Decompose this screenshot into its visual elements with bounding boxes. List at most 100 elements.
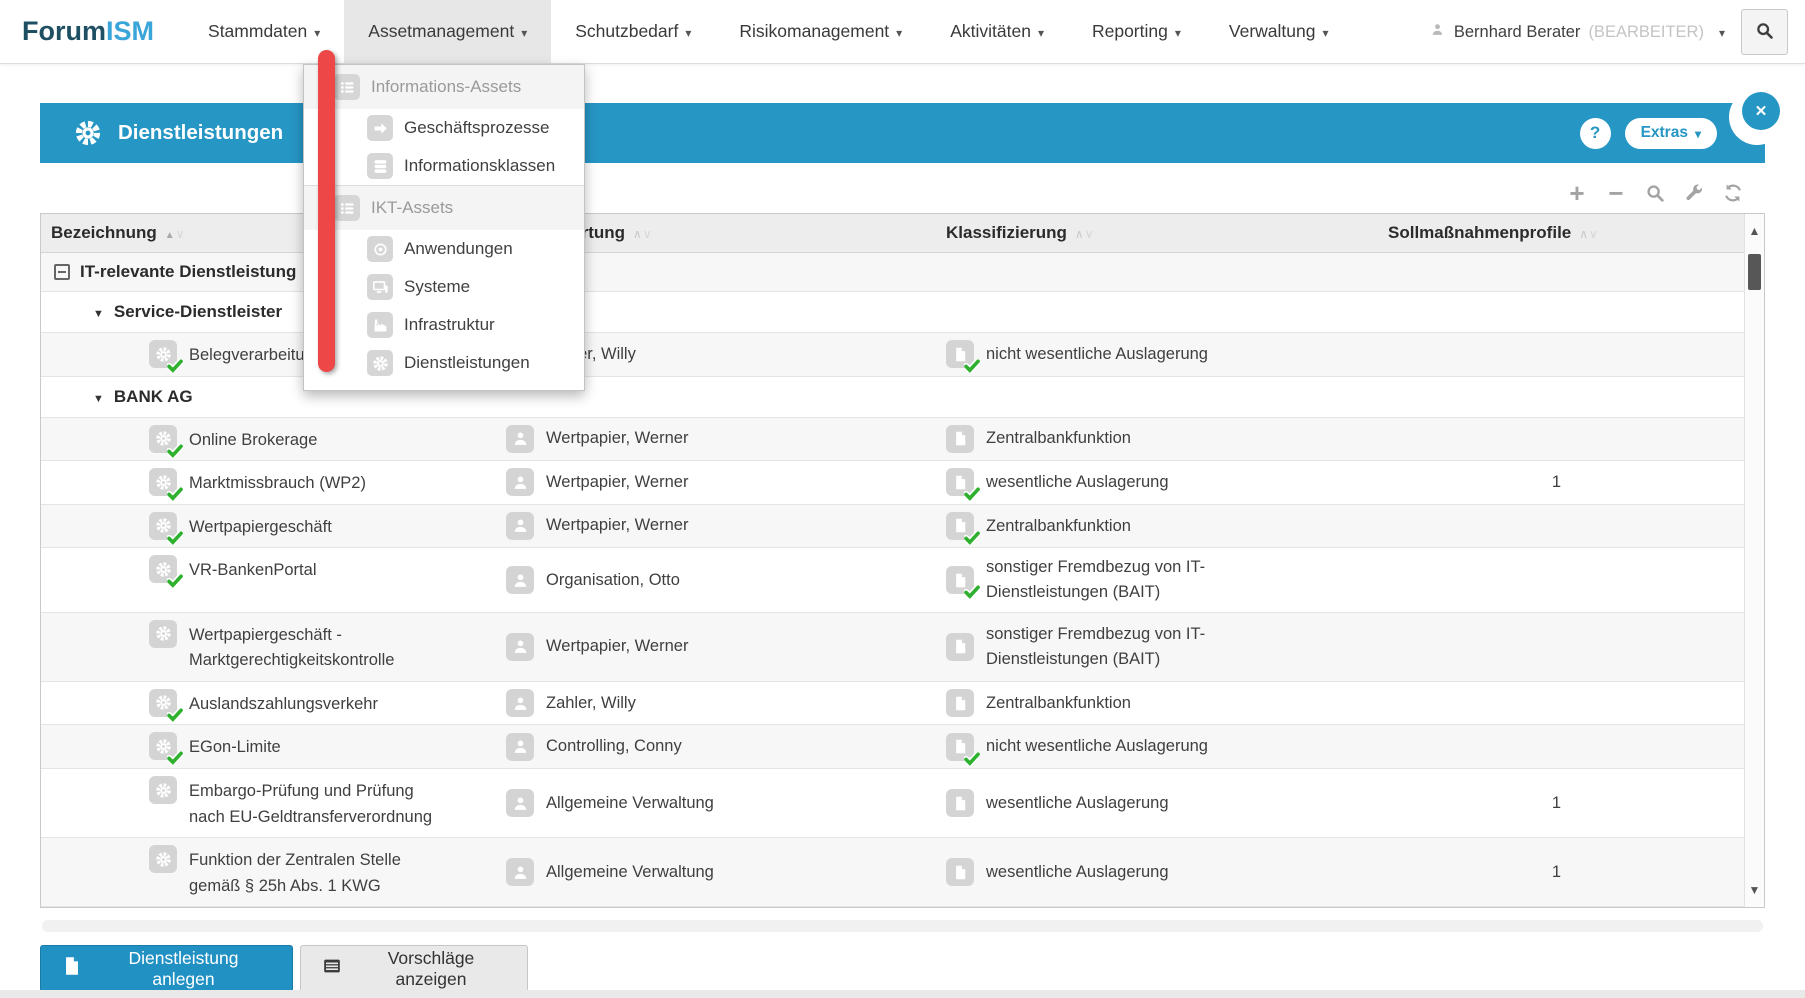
service-profile-cell xyxy=(1373,725,1746,768)
table-row-service[interactable]: Wertpapiergeschäft - Marktgerechtigkeits… xyxy=(41,613,1746,682)
service-name-cell[interactable]: VR-BankenPortal xyxy=(41,548,491,612)
nav-item-verwaltung[interactable]: Verwaltung xyxy=(1205,0,1353,63)
table-row-service[interactable]: EGon-LimiteControlling, Connynicht wesen… xyxy=(41,725,1746,769)
show-suggestions-button[interactable]: Vorschläge anzeigen xyxy=(300,945,528,992)
dropdown-item-infrastruktur[interactable]: Infrastruktur xyxy=(304,306,584,344)
service-classification-cell: sonstiger Fremdbezug von IT-Dienstleistu… xyxy=(931,613,1373,681)
service-name: EGon-Limite xyxy=(189,732,281,761)
table-row-service[interactable]: Embargo-Prüfung und Prüfung nach EU-Geld… xyxy=(41,769,1746,838)
horizontal-scroll-track[interactable] xyxy=(42,920,1763,932)
dropdown-item-label: Infrastruktur xyxy=(404,315,495,335)
table-row-service[interactable]: BelegverarbeitungZahler, Willynicht wese… xyxy=(41,333,1746,377)
table-row-service[interactable]: WertpapiergeschäftWertpapier, WernerZent… xyxy=(41,505,1746,549)
user-menu[interactable]: Bernhard Berater (BEARBEITER) xyxy=(1429,0,1725,64)
table-icon xyxy=(321,955,343,982)
create-service-label: Dienstleistung anlegen xyxy=(95,948,272,990)
dropdown-item-informationsklassen[interactable]: Informationsklassen xyxy=(304,147,584,185)
table-row-service[interactable]: VR-BankenPortalOrganisation, Ottosonstig… xyxy=(41,548,1746,613)
person-icon xyxy=(506,512,534,540)
service-name-cell[interactable]: Online Brokerage xyxy=(41,418,491,461)
sort-icons[interactable] xyxy=(1075,227,1095,241)
service-owner-cell: Wertpapier, Werner xyxy=(491,418,931,461)
app-icon xyxy=(367,236,393,262)
scroll-up-icon[interactable]: ▲ xyxy=(1745,224,1764,238)
service-name-cell[interactable]: Embargo-Prüfung und Prüfung nach EU-Geld… xyxy=(41,769,491,837)
nav-item-risikomanagement[interactable]: Risikomanagement xyxy=(715,0,926,63)
service-name: Online Brokerage xyxy=(189,425,317,454)
service-name-cell[interactable]: Auslandszahlungsverkehr xyxy=(41,682,491,725)
dropdown-item-dienstleistungen[interactable]: Dienstleistungen xyxy=(304,344,584,382)
nav-item-aktivitäten[interactable]: Aktivitäten xyxy=(926,0,1068,63)
service-name-cell[interactable]: Funktion der Zentralen Stelle gemäß § 25… xyxy=(41,838,491,906)
nav-item-assetmanagement[interactable]: Assetmanagement xyxy=(344,0,551,63)
service-name-cell[interactable]: EGon-Limite xyxy=(41,725,491,768)
sort-icons[interactable] xyxy=(165,227,186,241)
person-icon xyxy=(506,789,534,817)
check-icon xyxy=(964,359,980,373)
profile-count: 1 xyxy=(1552,473,1561,492)
extras-button[interactable]: Extras xyxy=(1625,118,1717,149)
nav-item-reporting[interactable]: Reporting xyxy=(1068,0,1205,63)
search-button[interactable] xyxy=(1741,9,1788,55)
table-row-subgroup[interactable]: BANK AG xyxy=(41,377,1746,418)
search-icon[interactable] xyxy=(1643,181,1667,205)
table-row-subgroup[interactable]: Service-Dienstleister xyxy=(41,292,1746,333)
nav-item-schutzbedarf[interactable]: Schutzbedarf xyxy=(551,0,715,63)
table-row-service[interactable]: Online Brokerage Wertpapier, Werner Zentra… xyxy=(41,418,1746,462)
owner-name: Wertpapier, Werner xyxy=(546,429,688,448)
service-name: Marktmissbrauch (WP2) xyxy=(189,468,366,497)
owner-name: Wertpapier, Werner xyxy=(546,637,688,656)
app-logo[interactable]: ForumISM xyxy=(0,0,184,63)
minus-icon[interactable]: − xyxy=(1604,181,1628,205)
sort-icons[interactable] xyxy=(1579,227,1599,241)
logo-text-primary: Forum xyxy=(22,16,106,47)
sort-icons[interactable] xyxy=(633,227,653,241)
service-profile-cell xyxy=(1373,682,1746,725)
annotation-red-line xyxy=(318,50,335,372)
vertical-scrollbar[interactable]: ▲ ▼ xyxy=(1744,214,1764,907)
service-profile-cell xyxy=(1373,613,1746,681)
table-header-row: Bezeichnung Verantwortung Klassifizierun… xyxy=(41,214,1746,253)
document-icon xyxy=(946,733,974,761)
document-icon xyxy=(946,340,974,368)
table-row-service[interactable]: Marktmissbrauch (WP2)Wertpapier, Wernerw… xyxy=(41,461,1746,505)
service-profile-cell: 1 xyxy=(1373,838,1746,906)
plus-icon[interactable]: + xyxy=(1565,181,1589,205)
classification-label: nicht wesentliche Auslagerung xyxy=(986,734,1208,759)
service-name-cell[interactable]: Wertpapiergeschäft - Marktgerechtigkeits… xyxy=(41,613,491,681)
collapse-triangle-icon[interactable] xyxy=(93,387,104,407)
dropdown-section: Informations-AssetsGeschäftsprozesseInfo… xyxy=(304,65,584,185)
help-button[interactable]: ? xyxy=(1580,118,1611,149)
close-icon[interactable] xyxy=(1742,92,1780,130)
service-owner-cell: Wertpapier, Werner xyxy=(491,505,931,548)
collapse-minus-icon[interactable] xyxy=(54,264,70,280)
table-row-service[interactable]: Funktion der Zentralen Stelle gemäß § 25… xyxy=(41,838,1746,907)
service-name: Wertpapiergeschäft xyxy=(189,512,332,541)
check-icon xyxy=(167,708,183,722)
monitor-icon xyxy=(367,274,393,300)
dropdown-item-anwendungen[interactable]: Anwendungen xyxy=(304,230,584,268)
wrench-icon[interactable] xyxy=(1682,181,1706,205)
collapse-triangle-icon[interactable] xyxy=(93,302,104,322)
classification-label: sonstiger Fremdbezug von IT-Dienstleistu… xyxy=(986,555,1246,605)
refresh-icon[interactable] xyxy=(1721,181,1745,205)
service-name-cell[interactable]: Wertpapiergeschäft xyxy=(41,505,491,548)
scroll-down-icon[interactable]: ▼ xyxy=(1745,883,1764,897)
document-icon xyxy=(946,566,974,594)
user-role: (BEARBEITER) xyxy=(1588,23,1704,42)
dropdown-item-systeme[interactable]: Systeme xyxy=(304,268,584,306)
service-name-cell[interactable]: Marktmissbrauch (WP2) xyxy=(41,461,491,504)
service-gear-icon xyxy=(149,512,177,540)
scrollbar-thumb[interactable] xyxy=(1748,254,1761,290)
column-header-sollmassnahmenprofile[interactable]: Sollmaßnahmenprofile xyxy=(1373,223,1746,243)
classification-label: Zentralbankfunktion xyxy=(986,426,1131,451)
column-header-klassifizierung[interactable]: Klassifizierung xyxy=(931,223,1373,243)
table-row-service[interactable]: AuslandszahlungsverkehrZahler, WillyZent… xyxy=(41,682,1746,726)
assetmanagement-dropdown: Informations-AssetsGeschäftsprozesseInfo… xyxy=(303,64,585,391)
create-service-button[interactable]: Dienstleistung anlegen xyxy=(40,945,293,992)
dropdown-item-geschäftsprozesse[interactable]: Geschäftsprozesse xyxy=(304,109,584,147)
table-row-group[interactable]: IT-relevante Dienstleistung xyxy=(41,253,1746,292)
search-icon xyxy=(1754,20,1775,44)
check-icon xyxy=(167,444,183,458)
top-navigation-bar: ForumISM StammdatenAssetmanagementSchutz… xyxy=(0,0,1805,64)
